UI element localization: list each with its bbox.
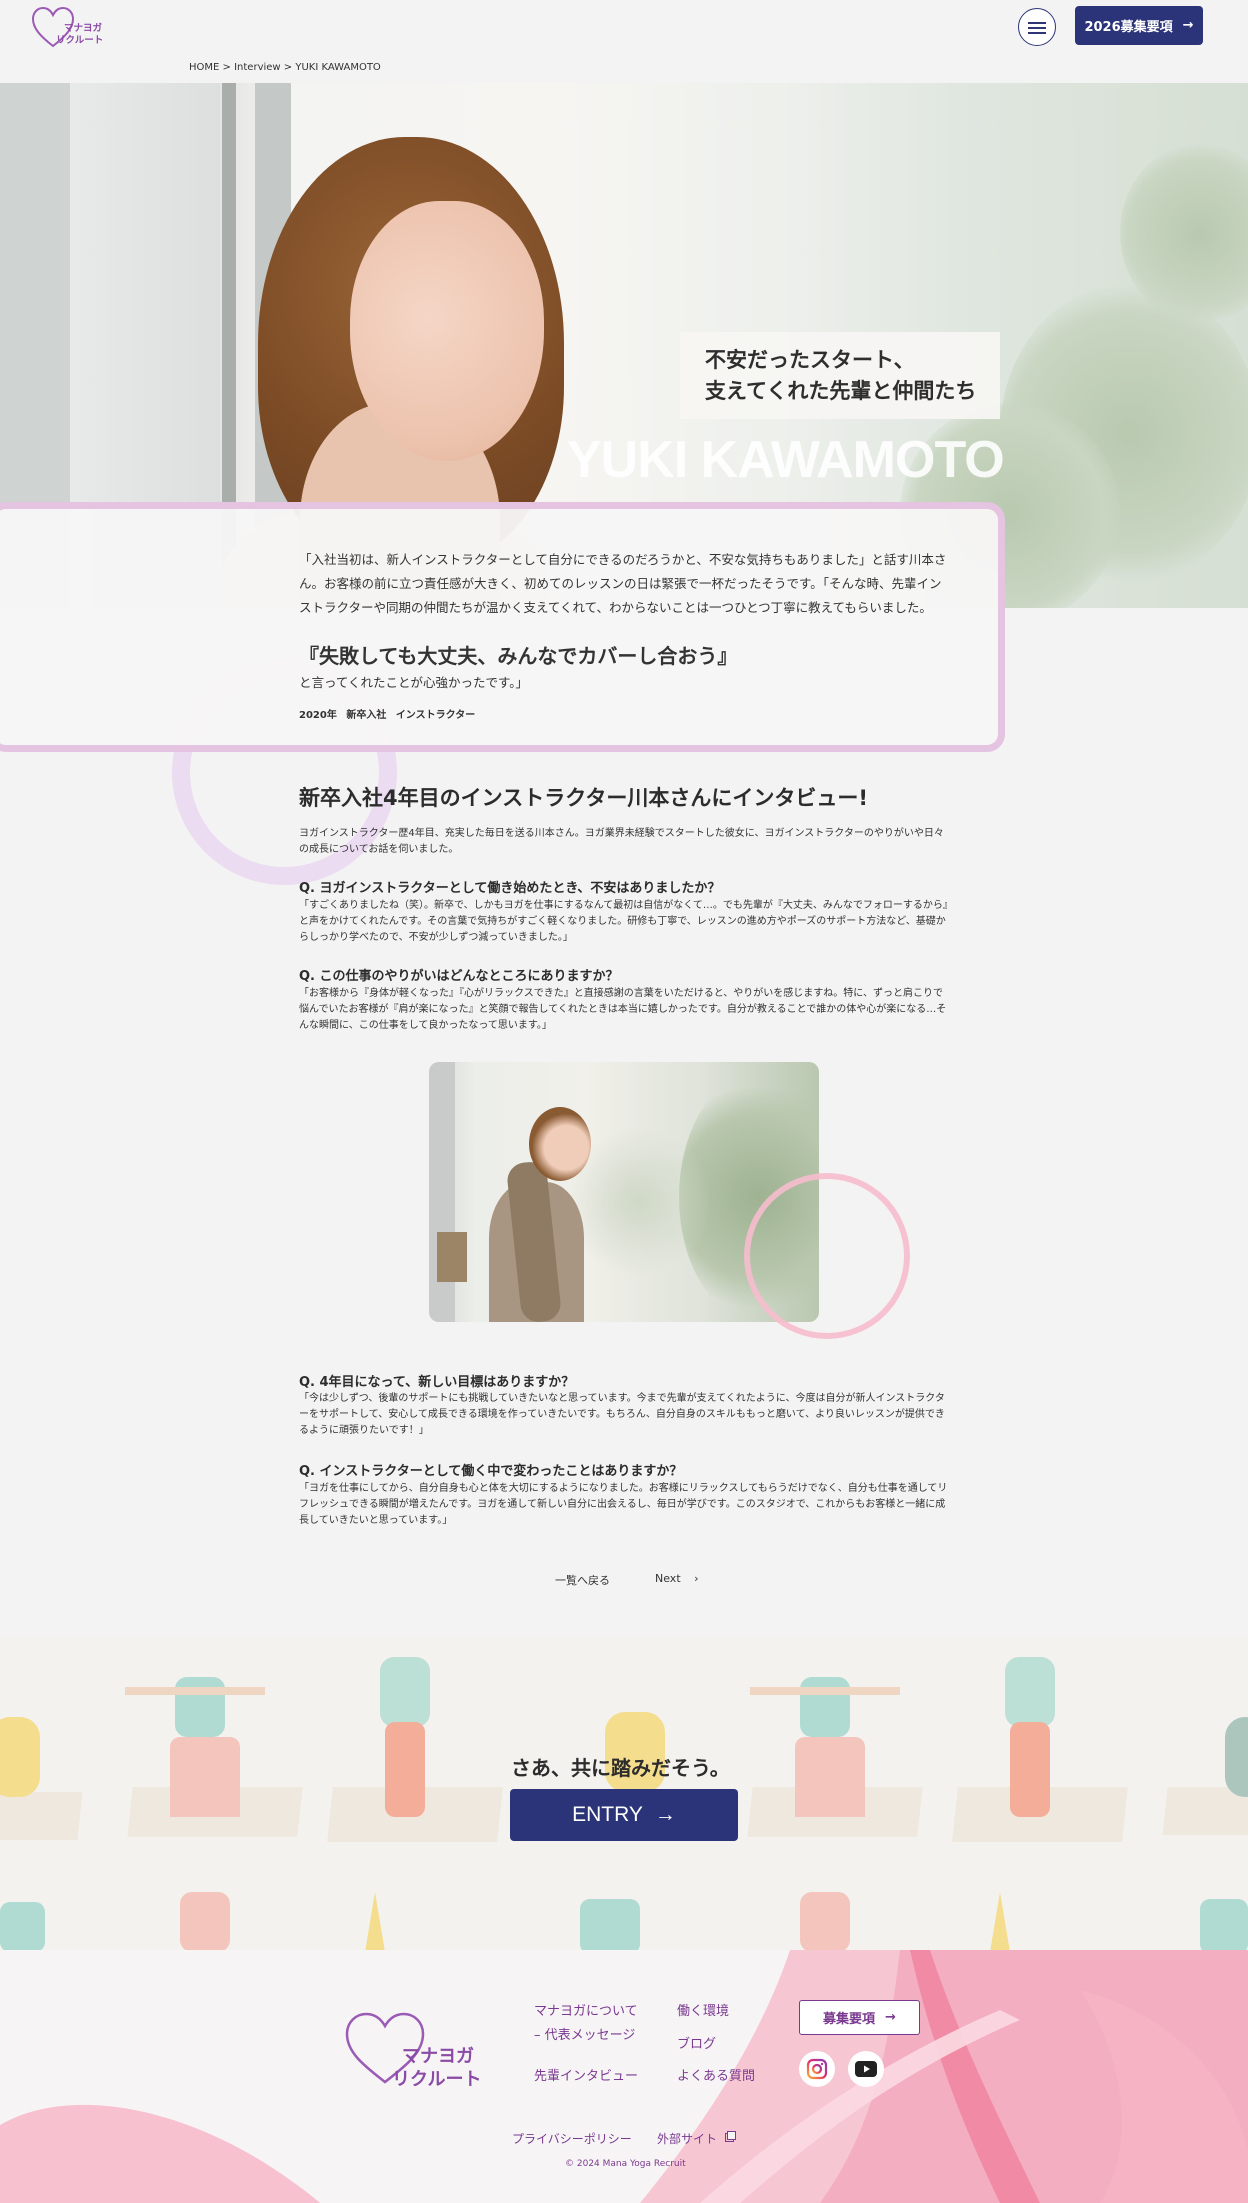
back-to-list-link[interactable]: 一覧へ戻る [555,1572,610,1588]
catchcopy-line1: 不安だったスタート、 [705,348,915,372]
arrow-right-icon: → [654,1803,676,1826]
next-link[interactable]: Next › [655,1572,699,1585]
join-info: 2020年 新卒入社 インストラクター [299,706,475,721]
external-link-icon [724,2131,736,2142]
answer-text: 「今は少しずつ、後輩のサポートにも挑戦していきたいなと思っています。今まで先輩が… [299,1393,945,1436]
copyright: © 2024 Mana Yoga Recruit [565,2159,686,2169]
quote-ending: と言ってくれたことが心強かったです。」 [299,675,529,690]
photo-window-frame [429,1062,455,1322]
join-year: 2020年 [299,710,337,721]
breadcrumb-separator: > [219,62,235,73]
footer-logo-line1: マナヨガ [402,2046,474,2067]
recruit-info-label: 2026募集要項 [1084,16,1172,35]
instagram-button[interactable] [799,2051,835,2087]
logo[interactable]: マナヨガ リクルート [30,6,110,50]
chevron-right-icon: › [694,1572,699,1585]
arrow-right-icon: → [1182,18,1194,33]
footer-link-faq[interactable]: よくある質問 [677,2065,755,2084]
footer-link-interview[interactable]: 先輩インタビュー [534,2065,638,2084]
entry-button-label: ENTRY [572,1803,643,1826]
footer-logo-line2: リクルート [392,2069,482,2090]
catchcopy-line2: 支えてくれた先輩と仲間たち [705,379,977,403]
breadcrumb-home-link[interactable]: HOME [189,62,219,73]
footer-privacy-link[interactable]: プライバシーポリシー [512,2130,632,2147]
recruit-year: 2026 [1084,20,1121,35]
hamburger-icon-line [1028,27,1046,29]
article-title: 新卒入社4年目のインストラクター川本さんにインタビュー! [299,786,868,810]
article-lead: ヨガインストラクター歴4年目、充実した毎日を送る川本さん。ヨガ業界未経験でスター… [299,828,944,855]
hamburger-icon [1028,22,1046,24]
hamburger-icon-line [1028,32,1046,34]
interviewee-name: YUKI KAWAMOTO [567,431,1005,489]
quote-box [0,502,1005,752]
quote-intro: 「入社当初は、新人インストラクターとして自分にできるのだろうかと、不安な気持ちも… [299,552,947,615]
instagram-icon [806,2058,828,2080]
recruit-label: 募集要項 [1120,20,1173,35]
answer-text: 「すごくありましたね（笑）。新卒で、しかもヨガを仕事にするなんて最初は自信がなく… [299,900,948,943]
footer-external-link[interactable]: 外部サイト [657,2130,736,2147]
deco-circle [744,1173,910,1339]
youtube-button[interactable] [848,2051,884,2087]
youtube-icon [855,2061,877,2077]
next-label: Next [655,1572,681,1585]
breadcrumb-current: YUKI KAWAMOTO [295,62,381,73]
footer-recruit-button[interactable]: 募集要項 → [799,2000,920,2035]
quote-highlight: 『失敗しても大丈夫、みんなでカバーし合おう』 [299,644,738,668]
footer-link-about[interactable]: マナヨガについて [534,2000,638,2019]
question-heading: Q. 4年目になって、新しい目標はありますか？ [299,1375,575,1390]
entry-title: さあ、共に踏みだそう。 [511,1756,730,1780]
entry-button[interactable]: ENTRY → [510,1789,738,1841]
footer-logo-text[interactable]: マナヨガ リクルート [392,2045,481,2091]
arrow-right-icon: → [885,2010,896,2025]
footer-link-blog[interactable]: ブログ [677,2033,716,2052]
logo-text-line2: リクルート [56,35,104,46]
logo-text-line1: マナヨガ [64,23,103,34]
footer-recruit-label: 募集要項 [823,2012,876,2027]
breadcrumb: HOME > Interview > YUKI KAWAMOTO [189,62,381,73]
answer-text: 「ヨガを仕事にしてから、自分自身も心と体を大切にするようになりました。お客様にリ… [299,1483,948,1526]
answer-text: 「お客様から『身体が軽くなった』『心がリラックスできた』と直接感謝の言葉をいただ… [299,988,947,1031]
photo-person-head [529,1107,591,1181]
question-heading: Q. ヨガインストラクターとして働き始めたとき、不安はありましたか？ [299,881,721,896]
breadcrumb-interview-link[interactable]: Interview [234,62,281,73]
join-type: 新卒入社 [346,710,387,721]
footer-external-label: 外部サイト [657,2132,718,2146]
question-heading: Q. インストラクターとして働く中で変わったことはありますか？ [299,1464,683,1479]
question-heading: Q. この仕事のやりがいはどんなところにありますか？ [299,969,619,984]
logo-text: マナヨガ リクルート [56,23,103,47]
footer-link-message[interactable]: – 代表メッセージ [534,2024,635,2043]
menu-button[interactable] [1018,8,1056,46]
hero-catchcopy: 不安だったスタート、 支えてくれた先輩と仲間たち [680,332,1000,419]
join-role: インストラクター [395,710,476,721]
hero-face [350,201,544,461]
recruit-info-button[interactable]: 2026募集要項 → [1075,6,1203,45]
breadcrumb-separator: > [280,62,296,73]
footer-link-environment[interactable]: 働く環境 [677,2000,729,2019]
photo-shelf [437,1232,467,1282]
